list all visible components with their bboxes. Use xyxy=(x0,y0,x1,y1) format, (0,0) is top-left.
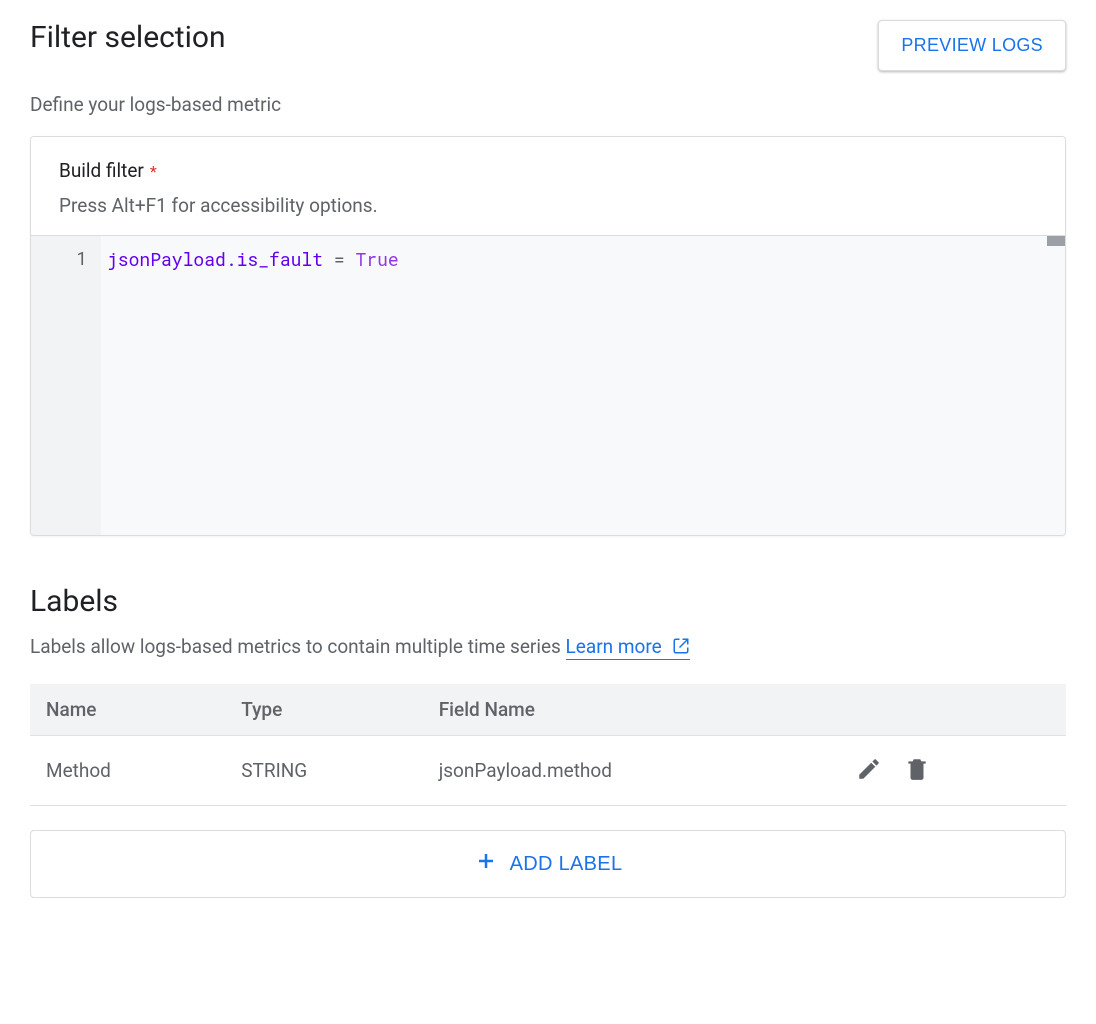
col-name: Name xyxy=(30,684,225,736)
external-link-icon xyxy=(672,637,690,660)
filter-selection-title: Filter selection xyxy=(30,20,226,55)
filter-selection-subtitle: Define your logs-based metric xyxy=(30,93,1066,116)
plus-icon xyxy=(474,849,498,879)
labels-subtitle: Labels allow logs-based metrics to conta… xyxy=(30,635,1066,660)
table-row: Method STRING jsonPayload.method xyxy=(30,736,1066,806)
build-filter-card: Build filter * Press Alt+F1 for accessib… xyxy=(30,136,1066,536)
cell-type: STRING xyxy=(225,736,422,806)
code-token-value: True xyxy=(355,247,398,271)
learn-more-text: Learn more xyxy=(566,635,662,658)
cell-name: Method xyxy=(30,736,225,806)
editor-content[interactable]: jsonPayload.is_fault = True xyxy=(101,236,1065,535)
editor-scrollbar-thumb[interactable] xyxy=(1047,236,1065,246)
editor-gutter: 1 xyxy=(31,236,101,535)
col-actions xyxy=(836,684,1066,736)
learn-more-link[interactable]: Learn more xyxy=(566,635,691,660)
trash-icon xyxy=(904,756,930,785)
build-filter-hint: Press Alt+F1 for accessibility options. xyxy=(59,194,1037,217)
cell-field: jsonPayload.method xyxy=(423,736,837,806)
required-indicator: * xyxy=(150,162,157,181)
line-number: 1 xyxy=(31,246,87,270)
code-token-field: jsonPayload.is_fault xyxy=(107,247,323,271)
code-token-operator: = xyxy=(334,247,345,271)
delete-label-button[interactable] xyxy=(900,752,934,789)
preview-logs-button[interactable]: PREVIEW LOGS xyxy=(878,20,1066,71)
col-field: Field Name xyxy=(423,684,837,736)
labels-table: Name Type Field Name Method STRING jsonP… xyxy=(30,684,1066,806)
col-type: Type xyxy=(225,684,422,736)
add-label-button[interactable]: ADD LABEL xyxy=(30,830,1066,898)
edit-label-button[interactable] xyxy=(852,752,886,789)
pencil-icon xyxy=(856,756,882,785)
add-label-text: ADD LABEL xyxy=(510,853,623,876)
labels-subtitle-text: Labels allow logs-based metrics to conta… xyxy=(30,635,566,658)
filter-code-editor[interactable]: 1 jsonPayload.is_fault = True xyxy=(31,235,1065,535)
labels-title: Labels xyxy=(30,584,1066,619)
build-filter-label: Build filter xyxy=(59,159,144,182)
